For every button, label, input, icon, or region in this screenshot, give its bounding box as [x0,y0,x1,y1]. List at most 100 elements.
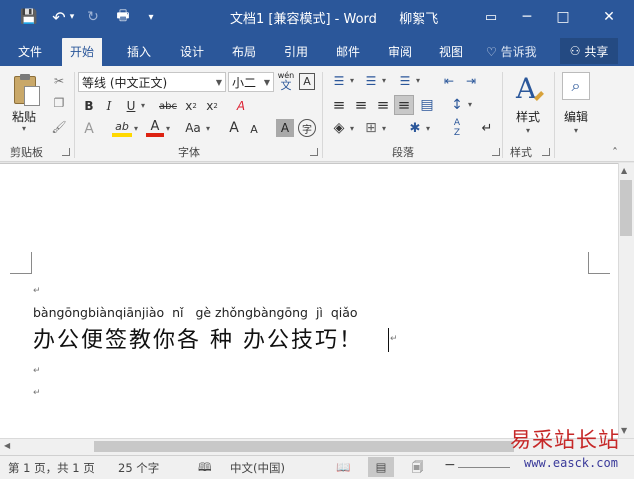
customize-quick-access-icon[interactable]: ▾ [140,6,162,28]
numbering-button[interactable]: ☰ [362,72,380,90]
phonetic-guide-button[interactable]: wén 文 [277,71,295,93]
line-spacing-button[interactable]: ↕ [448,96,466,114]
language-indicator[interactable]: 中文(中国) [230,460,285,476]
clear-formatting-button[interactable]: A [232,97,250,115]
chevron-down-icon: ▼ [263,77,270,87]
font-size-combo[interactable]: 小二 ▼ [228,72,274,92]
tab-home[interactable]: 开始 [62,38,103,66]
close-button[interactable]: ✕ [592,4,626,30]
change-case-button[interactable]: Aa [180,119,206,137]
character-shading-button[interactable]: A [276,119,294,137]
shrink-font-button[interactable]: A [247,121,261,137]
paste-icon[interactable] [12,74,42,108]
change-case-dropdown-icon[interactable]: ▾ [206,124,210,133]
grow-font-button[interactable]: A [226,119,242,137]
scroll-down-icon[interactable]: ▼ [621,426,627,435]
minimize-button[interactable]: ─ [510,4,544,30]
underline-button[interactable]: U [122,97,140,115]
styles-launcher-icon[interactable] [542,148,550,156]
redo-icon[interactable]: ↻ [82,6,104,28]
text-highlight-button[interactable]: ab [112,119,132,137]
print-layout-icon[interactable]: ▤ [368,457,394,477]
borders-dropdown-icon[interactable]: ▾ [382,124,386,133]
tab-design[interactable]: 设计 [172,38,212,66]
document-canvas[interactable] [0,163,618,438]
font-launcher-icon[interactable] [310,148,318,156]
font-name-combo[interactable]: 等线 (中文正文) ▼ [78,72,226,92]
tab-mailings[interactable]: 邮件 [328,38,368,66]
enclose-characters-button[interactable]: 字 [298,119,316,137]
tab-layout[interactable]: 布局 [224,38,264,66]
increase-indent-button[interactable]: ⇥ [462,72,480,90]
tab-view[interactable]: 视图 [431,38,471,66]
word-count[interactable]: 25 个字 [118,460,159,476]
vertical-scroll-thumb[interactable] [620,180,632,236]
pinyin-guide-line[interactable]: bàngōngbiànqiānjiào nǐ gè zhǒngbàngōng j… [33,305,358,320]
multilevel-list-button[interactable]: ☰ [396,72,414,90]
tab-references[interactable]: 引用 [276,38,316,66]
scroll-left-icon[interactable]: ◀ [4,441,10,450]
multilevel-dropdown-icon[interactable]: ▾ [416,76,420,85]
bullets-button[interactable]: ☰ [330,72,348,90]
line-spacing-dropdown-icon[interactable]: ▾ [468,100,472,109]
asian-layout-button[interactable]: ✱ [406,119,424,137]
zoom-out-button[interactable]: − [444,457,456,473]
decrease-indent-button[interactable]: ⇤ [440,72,458,90]
align-right-button[interactable]: ≡ [374,96,392,114]
bullets-dropdown-icon[interactable]: ▾ [350,76,354,85]
user-name[interactable]: 柳絮飞 [399,12,438,27]
highlight-dropdown-icon[interactable]: ▾ [134,124,138,133]
subscript-button[interactable]: x2 [182,97,200,115]
page-count[interactable]: 第 1 页，共 1 页 [8,460,95,476]
center-button[interactable]: ≡ [352,96,370,114]
save-icon[interactable]: 💾 [18,6,40,28]
paragraph-launcher-icon[interactable] [492,148,500,156]
show-marks-button[interactable]: ↵ [478,119,496,137]
superscript-button[interactable]: x2 [203,97,221,115]
share-button[interactable]: ⚇ 共享 [560,38,618,64]
print-icon[interactable]: 🖶 [112,6,134,28]
copy-icon[interactable]: ❐ [50,94,68,112]
read-mode-icon[interactable]: 📖 [336,460,350,474]
web-layout-icon[interactable]: 🗐 [412,460,424,479]
sort-button[interactable]: A Z [450,118,464,140]
paste-dropdown-icon[interactable]: ▾ [22,124,26,133]
strikethrough-button[interactable]: abc [156,97,180,115]
clipboard-launcher-icon[interactable] [62,148,70,156]
watermark-url: www.easck.com [524,456,618,470]
font-color-dropdown-icon[interactable]: ▾ [166,124,170,133]
font-color-button[interactable]: A [146,119,164,137]
paste-label[interactable]: 粘贴 [12,108,36,125]
tab-file[interactable]: 文件 [10,38,50,66]
shading-dropdown-icon[interactable]: ▾ [350,124,354,133]
tab-review[interactable]: 审阅 [380,38,420,66]
numbering-dropdown-icon[interactable]: ▾ [382,76,386,85]
character-border-button[interactable]: A [299,73,315,90]
tab-insert[interactable]: 插入 [119,38,159,66]
bold-button[interactable]: B [80,97,98,115]
restore-button[interactable]: □ [546,4,580,30]
format-painter-icon[interactable]: 🖌 [50,118,68,136]
scroll-up-icon[interactable]: ▲ [621,166,627,175]
italic-button[interactable]: I [100,97,118,115]
shading-button[interactable]: ◈ [330,119,348,137]
text-effects-button[interactable]: A [80,120,98,138]
collapse-ribbon-icon[interactable]: ˆ [612,146,618,160]
horizontal-scroll-thumb[interactable] [94,441,514,452]
ribbon-display-options-icon[interactable]: ▭ [474,4,508,30]
justify-button[interactable]: ≡ [394,95,414,115]
cut-icon[interactable]: ✂ [50,72,68,90]
asian-layout-dropdown-icon[interactable]: ▾ [426,124,430,133]
underline-dropdown-icon[interactable]: ▾ [141,101,145,110]
borders-button[interactable]: ⊞ [362,119,380,137]
document-text-line[interactable]: 办公便签教你各 种 办公技巧！ [33,322,363,354]
proofing-icon[interactable]: 🕮 [198,460,212,479]
zoom-slider[interactable] [458,467,510,468]
undo-dropdown-icon[interactable]: ▾ [66,6,78,28]
align-left-button[interactable]: ≡ [330,96,348,114]
editing-button[interactable]: ⌕ 编辑 ▾ [560,72,594,142]
distributed-button[interactable]: ▤ [418,96,436,114]
styles-button[interactable]: A 样式 ▾ [512,72,546,142]
tell-me-box[interactable]: ♡ 告诉我 [478,38,545,66]
font-size-value: 小二 [232,75,257,90]
